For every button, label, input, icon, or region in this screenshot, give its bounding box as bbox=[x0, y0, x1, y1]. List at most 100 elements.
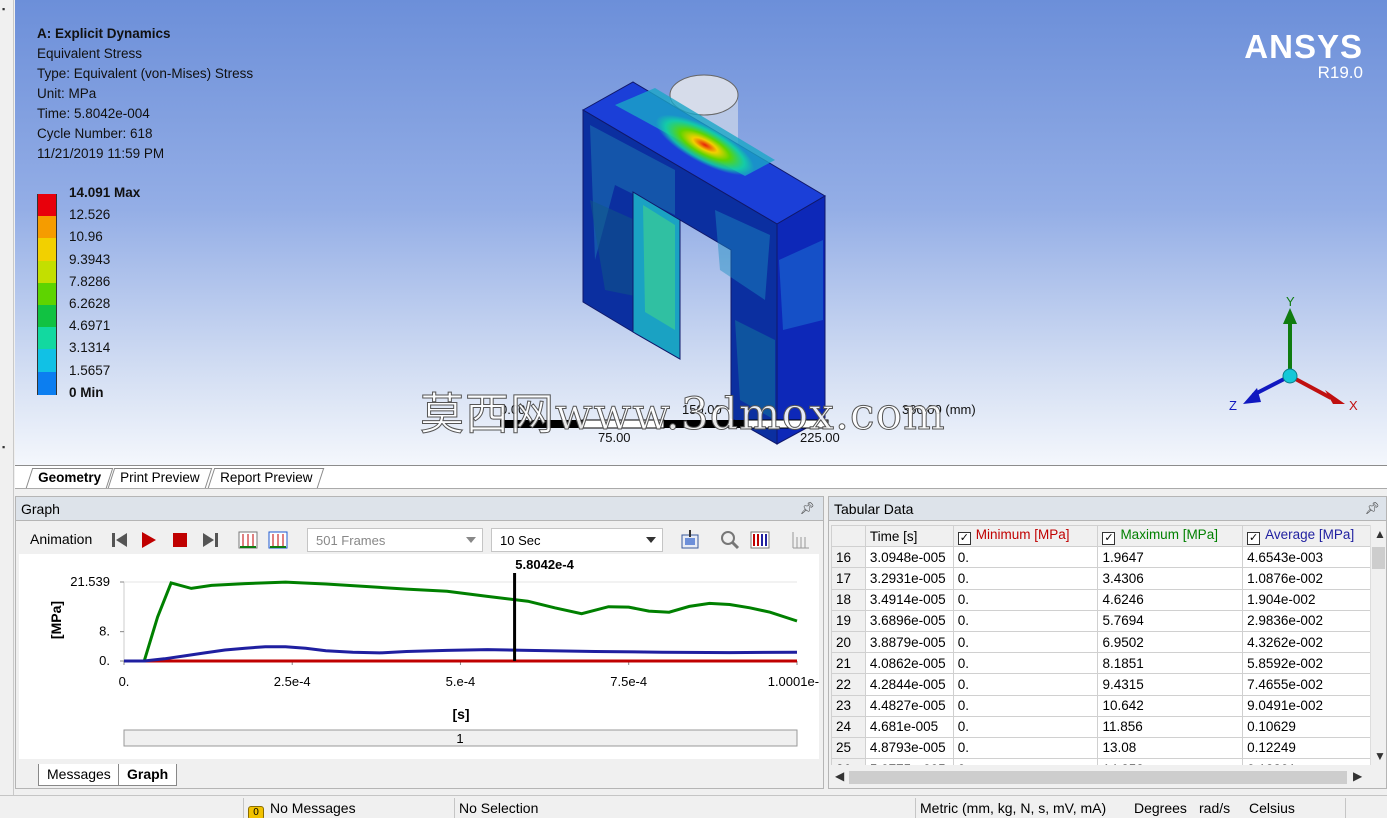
column-visible-checkbox[interactable]: ✓ bbox=[1102, 532, 1116, 546]
table-cell: 0. bbox=[952, 546, 1099, 569]
message-bubble-icon: 0 bbox=[248, 806, 264, 818]
tabular-data-grid[interactable]: Time [s] ✓ Minimum [MPa] ✓ Maximum [MPa] ✓ Ave… bbox=[831, 525, 1371, 765]
duration-select[interactable]: 10 Sec bbox=[491, 528, 663, 552]
scroll-up-icon[interactable]: ▲ bbox=[1374, 527, 1386, 541]
horizontal-scrollbar[interactable]: ◀ ▶ bbox=[831, 767, 1386, 787]
table-row[interactable]: 22 4.2844e-005 0. 9.4315 7.4655e-002 bbox=[831, 673, 1371, 696]
scroll-left-icon[interactable]: ◀ bbox=[835, 769, 844, 783]
tab-report-preview[interactable]: Report Preview bbox=[207, 468, 325, 488]
table-row[interactable]: 23 4.4827e-005 0. 10.642 9.0491e-002 bbox=[831, 694, 1371, 717]
y-tick-label: 8. bbox=[99, 624, 110, 639]
table-row[interactable]: 24 4.681e-005 0. 11.856 0.10629 bbox=[831, 715, 1371, 738]
tab-print-preview[interactable]: Print Preview bbox=[107, 468, 212, 488]
triad-x-label: X bbox=[1349, 398, 1358, 413]
result-cycle: Cycle Number: 618 bbox=[37, 126, 153, 141]
legend-value: 9.3943 bbox=[69, 251, 111, 267]
table-cell: 5.8592e-002 bbox=[1242, 652, 1371, 675]
pin-icon[interactable]: ▪ bbox=[2, 442, 5, 452]
table-cell: 8.1851 bbox=[1097, 652, 1244, 675]
status-rotational-velocity-unit[interactable]: rad/s bbox=[1195, 798, 1245, 818]
triad-z-label: Z bbox=[1229, 398, 1237, 413]
table-cell: 5.0775e-005 bbox=[864, 758, 954, 765]
table-cell: 0. bbox=[952, 736, 1099, 760]
graph-bottom-tabs: Messages Graph bbox=[16, 762, 823, 788]
status-temperature-unit[interactable]: Celsius bbox=[1245, 798, 1325, 818]
chart-options-icon[interactable] bbox=[749, 529, 771, 551]
tab-messages[interactable]: Messages bbox=[38, 764, 120, 786]
scroll-down-icon[interactable]: ▼ bbox=[1374, 749, 1386, 763]
table-cell: 3.2931e-005 bbox=[864, 567, 954, 590]
zoom-icon[interactable] bbox=[719, 529, 741, 551]
column-visible-checkbox[interactable]: ✓ bbox=[1247, 532, 1261, 546]
table-row[interactable]: 21 4.0862e-005 0. 8.1851 5.8592e-002 bbox=[831, 652, 1371, 675]
table-cell: 0.12249 bbox=[1242, 736, 1371, 760]
logo-version: R19.0 bbox=[1317, 63, 1363, 82]
column-header[interactable]: ✓ Minimum [MPa] bbox=[952, 525, 1099, 548]
frame-number: 1 bbox=[456, 731, 463, 746]
column-header[interactable]: ✓ Maximum [MPa] bbox=[1097, 525, 1244, 548]
legend-entry: 4.6971 bbox=[37, 316, 277, 351]
column-header[interactable]: ✓ Average [MPa] bbox=[1242, 525, 1371, 548]
frames-select[interactable]: 501 Frames bbox=[307, 528, 483, 552]
table-cell: 3.4306 bbox=[1097, 567, 1244, 590]
table-cell: 10.642 bbox=[1097, 694, 1244, 717]
table-cell: 4.3262e-002 bbox=[1242, 630, 1371, 654]
table-cell: 13.08 bbox=[1097, 736, 1244, 760]
table-cell: 0. bbox=[952, 630, 1099, 654]
table-row[interactable]: 25 4.8793e-005 0. 13.08 0.12249 bbox=[831, 736, 1371, 760]
table-cell: 5.7694 bbox=[1097, 609, 1244, 632]
legend-value: 12.526 bbox=[69, 207, 111, 223]
tab-geometry[interactable]: Geometry bbox=[25, 468, 114, 488]
status-selection: No Selection bbox=[454, 798, 914, 818]
column-header[interactable]: Time [s] bbox=[864, 525, 954, 548]
table-row[interactable]: 16 3.0948e-005 0. 1.9647 4.6543e-003 bbox=[831, 546, 1371, 569]
graph-panel-title: Graph bbox=[21, 501, 60, 517]
plot-canvas: 0. 8. 21.539 0. 2.5e-4 5.e-4 7.5e-4 1.0001e-3 [s… bbox=[48, 557, 826, 747]
stress-time-plot[interactable]: 0. 8. 21.539 0. 2.5e-4 5.e-4 7.5e-4 1.0001e-3 [s… bbox=[19, 554, 826, 759]
y-tick-label: 0. bbox=[99, 653, 110, 668]
result-type: Type: Equivalent (von-Mises) Stress bbox=[37, 66, 254, 81]
pin-icon[interactable]: 📌︎ bbox=[800, 501, 815, 515]
y-tick-label: 21.539 bbox=[70, 574, 110, 589]
geometry-viewport[interactable]: A: Explicit Dynamics Equivalent Stress T… bbox=[15, 0, 1387, 466]
status-messages[interactable]: 0 No Messages bbox=[243, 798, 453, 818]
data-table: Time [s] ✓ Minimum [MPa] ✓ Maximum [MPa] ✓ Ave… bbox=[831, 525, 1371, 765]
previous-frame-button[interactable] bbox=[109, 529, 131, 551]
pin-icon[interactable]: ▪ bbox=[2, 4, 5, 14]
status-angle-unit[interactable]: Degrees bbox=[1130, 798, 1195, 818]
series-line-average bbox=[124, 645, 798, 663]
export-video-icon[interactable] bbox=[679, 529, 701, 551]
scroll-thumb[interactable] bbox=[1372, 547, 1385, 569]
tab-graph[interactable]: Graph bbox=[118, 764, 178, 786]
pin-icon[interactable]: 📌︎ bbox=[1365, 501, 1380, 515]
ansys-logo: ANSYS R19.0 bbox=[1244, 30, 1363, 82]
table-row[interactable]: 18 3.4914e-005 0. 4.6246 1.904e-002 bbox=[831, 588, 1371, 611]
x-axis-label: [s] bbox=[452, 706, 469, 722]
table-row[interactable]: 20 3.8879e-005 0. 6.9502 4.3262e-002 bbox=[831, 630, 1371, 654]
distributed-frames-icon[interactable] bbox=[237, 529, 259, 551]
table-cell: 3.6896e-005 bbox=[864, 609, 954, 632]
result-sets-icon[interactable] bbox=[267, 529, 289, 551]
scroll-thumb[interactable] bbox=[849, 771, 1347, 784]
coordinate-triad[interactable]: Y X Z bbox=[1223, 290, 1373, 420]
status-unit-system[interactable]: Metric (mm, kg, N, s, mV, mA) bbox=[915, 798, 1130, 818]
result-name: Equivalent Stress bbox=[37, 46, 143, 61]
vertical-scrollbar[interactable]: ▲ ▼ bbox=[1370, 525, 1386, 765]
y-axis-label: [MPa] bbox=[48, 601, 64, 639]
table-cell: 0. bbox=[952, 609, 1099, 632]
column-visible-checkbox[interactable]: ✓ bbox=[957, 532, 971, 546]
table-row[interactable]: 265.0775e-0050.14.2530.13801 bbox=[831, 758, 1371, 765]
table-row[interactable]: 17 3.2931e-005 0. 3.4306 1.0876e-002 bbox=[831, 567, 1371, 590]
result-info: A: Explicit Dynamics Equivalent Stress T… bbox=[37, 24, 253, 164]
table-cell: 3.8879e-005 bbox=[864, 630, 954, 654]
result-time: Time: 5.8042e-004 bbox=[37, 106, 150, 121]
stop-button[interactable] bbox=[169, 529, 191, 551]
table-row[interactable]: 19 3.6896e-005 0. 5.7694 2.9836e-002 bbox=[831, 609, 1371, 632]
legend-value: 6.2628 bbox=[69, 296, 111, 311]
left-dock-strip: ▪ ▪ bbox=[0, 0, 14, 795]
watermark-text: 莫西网www.3dmox.com bbox=[420, 389, 946, 441]
next-frame-button[interactable] bbox=[199, 529, 221, 551]
capture-image-icon[interactable] bbox=[789, 529, 811, 551]
scroll-right-icon[interactable]: ▶ bbox=[1353, 769, 1362, 783]
play-button[interactable] bbox=[137, 529, 159, 551]
